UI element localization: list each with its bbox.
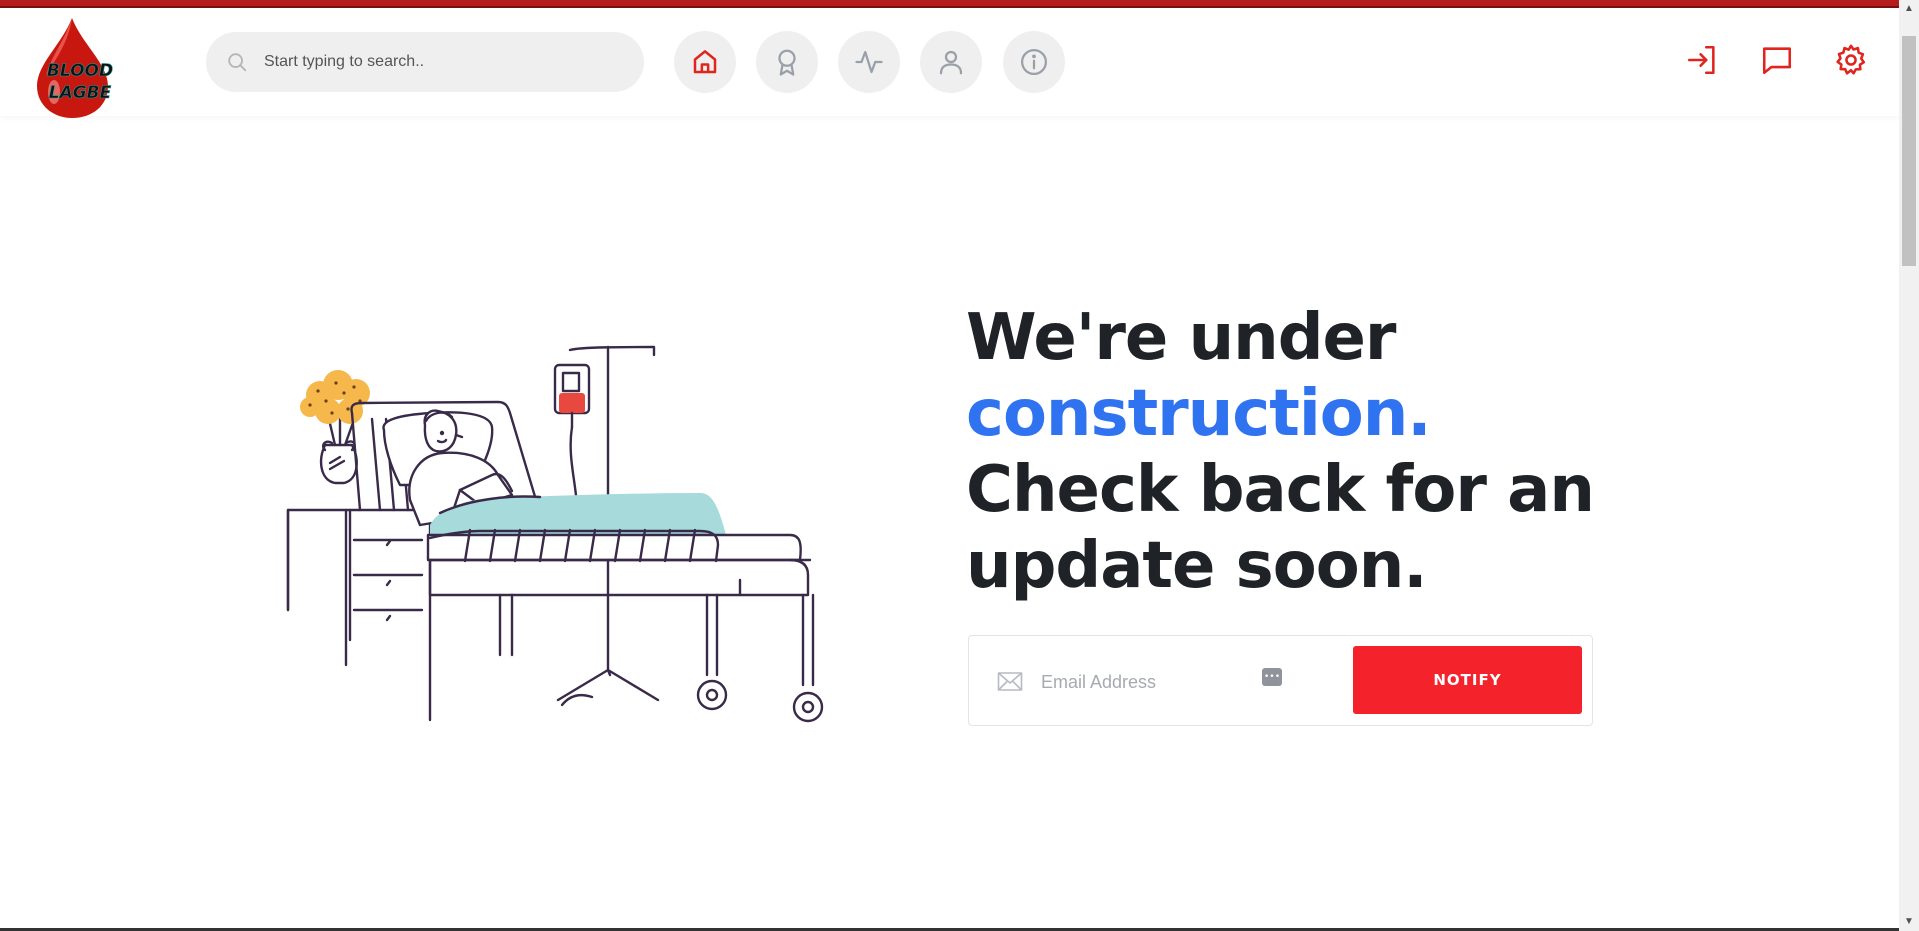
notify-button[interactable]: NOTIFY (1353, 646, 1582, 714)
svg-text:BLOOD: BLOOD (47, 61, 113, 81)
headline-accent: construction. (966, 377, 1432, 451)
top-navbar: BLOOD LAGBE (0, 8, 1899, 118)
messages-button[interactable] (1757, 40, 1797, 80)
info-icon (1021, 49, 1047, 75)
login-icon (1687, 45, 1715, 75)
headline-line3: Check back for an (966, 453, 1595, 527)
search-bar[interactable] (206, 32, 644, 92)
flowers (300, 370, 370, 424)
email-input[interactable] (1039, 664, 1243, 700)
page-scrollbar[interactable]: ▲ ▼ (1899, 0, 1919, 931)
headline-line4: update soon. (966, 529, 1428, 603)
mail-icon (997, 672, 1023, 691)
nav-profile-button[interactable] (920, 31, 982, 93)
scroll-up-arrow-icon[interactable]: ▲ (1899, 0, 1919, 18)
notify-form: ••• NOTIFY (968, 635, 1593, 726)
user-icon (939, 50, 963, 75)
login-button[interactable] (1682, 40, 1722, 80)
svg-text:LAGBE: LAGBE (49, 83, 112, 103)
nav-home-button[interactable] (674, 31, 736, 93)
headline-line1: We're under (966, 301, 1396, 375)
home-icon (693, 50, 717, 74)
nav-info-button[interactable] (1003, 31, 1065, 93)
scroll-down-arrow-icon[interactable]: ▼ (1899, 913, 1919, 931)
bed-frame (426, 528, 824, 723)
activity-icon (855, 50, 883, 74)
under-construction-headline: We're under construction. Check back for… (966, 300, 1646, 604)
nightstand (286, 508, 432, 722)
blood-lagbe-logo[interactable]: BLOOD LAGBE (32, 14, 122, 118)
password-manager-icon[interactable]: ••• (1262, 668, 1282, 686)
message-icon (1762, 47, 1792, 75)
nav-awards-button[interactable] (756, 31, 818, 93)
top-accent-bar (0, 0, 1919, 8)
hospital-bed-illustration (286, 345, 824, 723)
scrollbar-thumb[interactable] (1902, 36, 1916, 266)
settings-button[interactable] (1831, 40, 1871, 80)
nav-activity-button[interactable] (838, 31, 900, 93)
search-icon (228, 53, 247, 72)
award-icon (778, 49, 796, 76)
search-input[interactable] (262, 52, 626, 72)
settings-icon (1836, 44, 1866, 75)
